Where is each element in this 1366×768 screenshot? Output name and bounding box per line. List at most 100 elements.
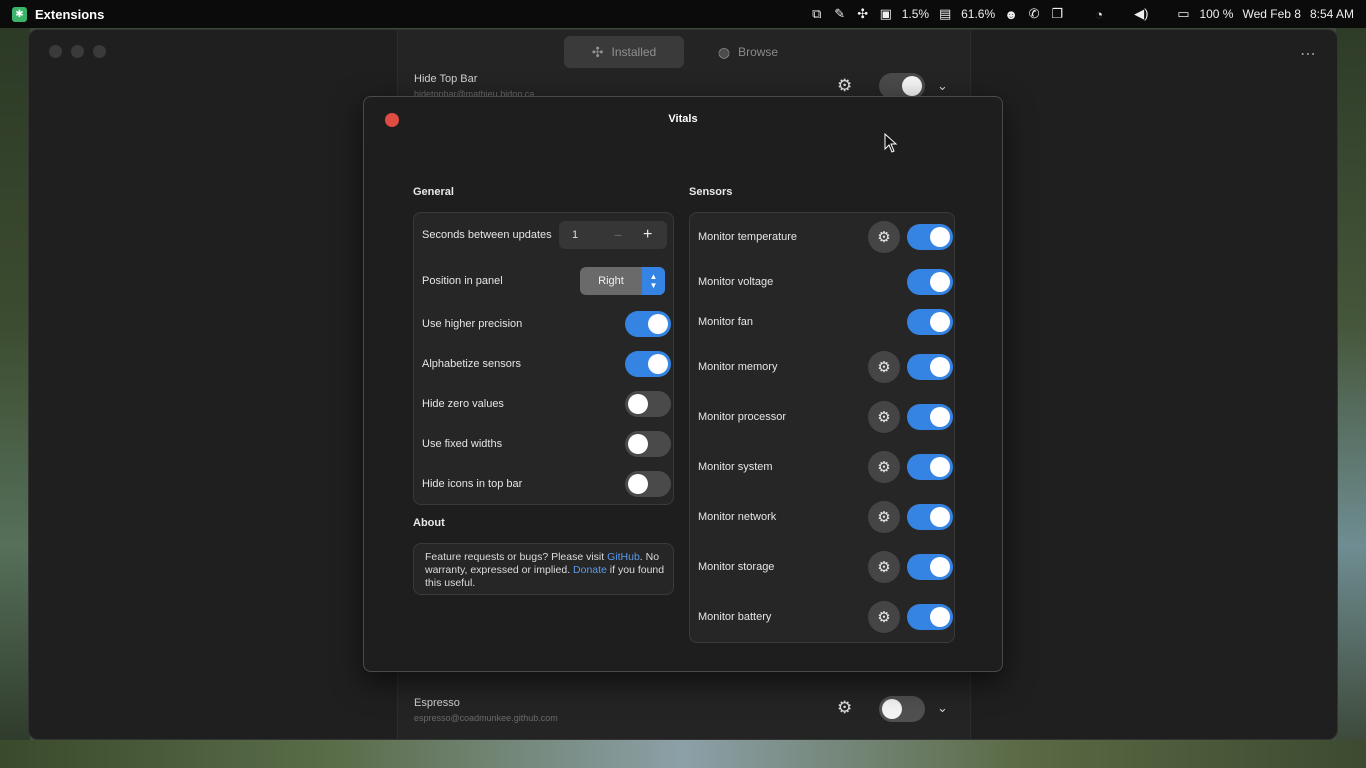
chevron-down-icon[interactable]: ⌄: [937, 78, 948, 94]
sensor-row-fan: Monitor fan: [690, 303, 954, 341]
globe-icon: ◍: [717, 43, 731, 60]
general-section-title: General: [413, 186, 454, 198]
sensor-row-system: Monitor system ⚙: [690, 447, 954, 487]
sensor-row-voltage: Monitor voltage: [690, 263, 954, 301]
whatsapp-icon[interactable]: ✆: [1027, 6, 1041, 22]
about-text: Feature requests or bugs? Please visit G…: [425, 551, 665, 590]
vitals-preferences-dialog: Vitals General Seconds between updates 1…: [363, 96, 1003, 672]
monitor-memory-switch[interactable]: [907, 354, 953, 380]
position-in-panel-row: Position in panel Right ▲ ▼: [414, 261, 673, 301]
app-menu[interactable]: ✱ Extensions: [12, 6, 105, 22]
use-fixed-widths-switch[interactable]: [625, 431, 671, 457]
sensor-label: Monitor voltage: [698, 276, 774, 288]
extensions-icon[interactable]: ✣: [856, 6, 870, 22]
updown-arrow-icon[interactable]: ▲ ▼: [642, 267, 665, 295]
toggle-label: Use fixed widths: [422, 438, 503, 450]
sensor-settings-gear-icon[interactable]: ⚙: [868, 451, 900, 483]
settings-gear-icon[interactable]: ⚙: [837, 76, 852, 96]
plus-icon[interactable]: +: [643, 226, 652, 244]
color-picker-icon[interactable]: ✎: [833, 6, 847, 22]
sensor-label: Monitor storage: [698, 561, 775, 573]
app-name: Extensions: [35, 6, 105, 22]
sensor-label: Monitor fan: [698, 316, 754, 328]
hide-icons-in-top-bar-switch[interactable]: [625, 471, 671, 497]
wallpaper-bottom: [0, 740, 1366, 768]
sensor-settings-gear-icon[interactable]: ⚙: [868, 551, 900, 583]
general-toggle-row: Use fixed widths: [414, 424, 673, 464]
battery-icon[interactable]: ▭: [1176, 6, 1190, 22]
memory-value[interactable]: 61.6%: [961, 7, 995, 21]
position-in-panel-label: Position in panel: [422, 275, 503, 287]
window-maximize-button[interactable]: [93, 45, 106, 58]
time[interactable]: 8:54 AM: [1310, 7, 1354, 21]
minus-icon[interactable]: −: [614, 227, 622, 243]
donate-link[interactable]: Donate: [573, 564, 607, 576]
alphabetize-sensors-switch[interactable]: [625, 351, 671, 377]
general-toggle-row: Hide zero values: [414, 384, 673, 424]
use-higher-precision-switch[interactable]: [625, 311, 671, 337]
more-menu-icon[interactable]: ⋯: [1300, 44, 1317, 64]
sensors-card: Monitor temperature ⚙ Monitor voltage Mo…: [689, 212, 955, 643]
clipboard-icon[interactable]: ❐: [1050, 6, 1064, 22]
tab-installed[interactable]: ✣ Installed: [564, 36, 684, 68]
toggle-label: Hide icons in top bar: [422, 478, 523, 490]
window-close-button[interactable]: [49, 45, 62, 58]
about-text-part: Feature requests or bugs? Please visit: [425, 551, 608, 563]
top-bar: ✱ Extensions ⧉ ✎ ✣ ▣ 1.5% ▤ 61.6% ☻ ✆ ❐ …: [0, 0, 1366, 28]
tab-installed-label: Installed: [611, 45, 657, 59]
monitor-network-switch[interactable]: [907, 504, 953, 530]
window-minimize-button[interactable]: [71, 45, 84, 58]
sensor-row-storage: Monitor storage ⚙: [690, 547, 954, 587]
monitor-fan-switch[interactable]: [907, 309, 953, 335]
wifi-icon[interactable]: ◔: [1092, 7, 1106, 22]
github-link[interactable]: GitHub: [607, 551, 640, 563]
seconds-spinbutton[interactable]: 1 − +: [559, 221, 667, 249]
chevron-down-icon[interactable]: ⌄: [937, 700, 948, 716]
wallpaper-left: [0, 28, 30, 768]
mouse-cursor-icon: [884, 133, 898, 153]
battery-value[interactable]: 100 %: [1199, 7, 1233, 21]
sensor-row-processor: Monitor processor ⚙: [690, 397, 954, 437]
seconds-between-updates-row: Seconds between updates 1 − +: [414, 215, 673, 255]
emoji-icon[interactable]: ☻: [1004, 7, 1018, 22]
sensor-row-memory: Monitor memory ⚙: [690, 347, 954, 387]
position-dropdown[interactable]: Right ▲ ▼: [580, 267, 665, 295]
tab-browse[interactable]: ◍ Browse: [688, 36, 808, 68]
monitor-voltage-switch[interactable]: [907, 269, 953, 295]
monitor-storage-switch[interactable]: [907, 554, 953, 580]
sensor-label: Monitor memory: [698, 361, 778, 373]
status-area: ⧉ ✎ ✣ ▣ 1.5% ▤ 61.6% ☻ ✆ ❐ ◔ ◀) ▭ 100 % …: [810, 0, 1354, 28]
volume-icon[interactable]: ◀): [1134, 6, 1148, 22]
sensor-settings-gear-icon[interactable]: ⚙: [868, 501, 900, 533]
memory-icon[interactable]: ▤: [938, 6, 952, 22]
sensor-row-temperature: Monitor temperature ⚙: [690, 217, 954, 257]
screens-icon[interactable]: ⧉: [810, 6, 824, 22]
cpu-icon[interactable]: ▣: [879, 6, 893, 22]
sensor-label: Monitor temperature: [698, 231, 798, 243]
toggle-label: Alphabetize sensors: [422, 358, 522, 370]
extension-toggle[interactable]: [879, 696, 925, 722]
puzzle-icon: ✣: [591, 43, 604, 60]
sensor-settings-gear-icon[interactable]: ⚙: [868, 221, 900, 253]
date[interactable]: Wed Feb 8: [1242, 7, 1300, 21]
wallpaper-right: [1336, 28, 1366, 768]
sensor-settings-gear-icon[interactable]: ⚙: [868, 601, 900, 633]
general-toggle-row: Alphabetize sensors: [414, 344, 673, 384]
monitor-temperature-switch[interactable]: [907, 224, 953, 250]
tab-browse-label: Browse: [738, 45, 779, 59]
monitor-processor-switch[interactable]: [907, 404, 953, 430]
settings-gear-icon[interactable]: ⚙: [837, 698, 852, 718]
seconds-value[interactable]: 1: [572, 229, 578, 241]
sensor-settings-gear-icon[interactable]: ⚙: [868, 351, 900, 383]
sensor-label: Monitor system: [698, 461, 773, 473]
general-toggle-row: Use higher precision: [414, 304, 673, 344]
extension-row-espresso[interactable]: Espresso espresso@coadmunkee.github.com …: [397, 694, 971, 739]
monitor-battery-switch[interactable]: [907, 604, 953, 630]
sensor-label: Monitor battery: [698, 611, 772, 623]
monitor-system-switch[interactable]: [907, 454, 953, 480]
hide-zero-values-switch[interactable]: [625, 391, 671, 417]
toggle-label: Hide zero values: [422, 398, 504, 410]
extension-id: espresso@coadmunkee.github.com: [414, 713, 558, 723]
sensor-settings-gear-icon[interactable]: ⚙: [868, 401, 900, 433]
cpu-value[interactable]: 1.5%: [902, 7, 929, 21]
